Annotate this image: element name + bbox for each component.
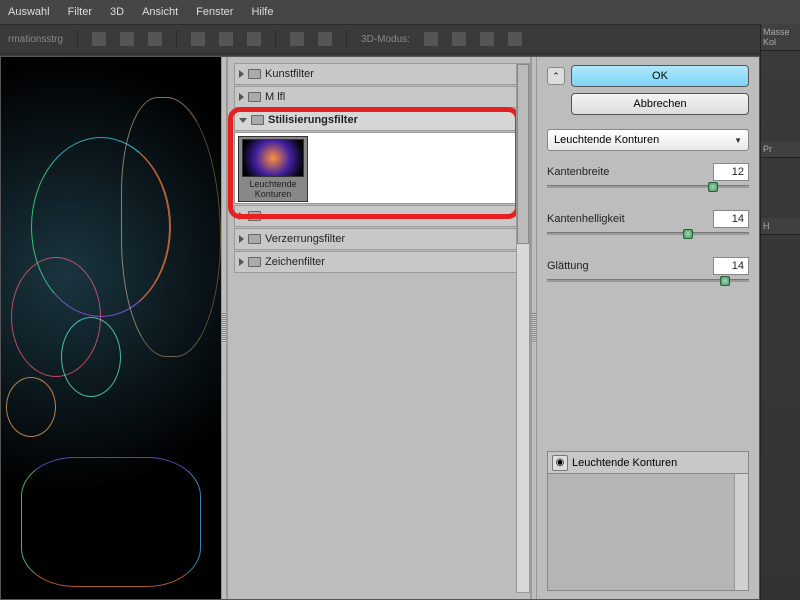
align-icon[interactable] [92,32,106,46]
slider-knob[interactable] [683,229,693,239]
slider-label: Kantenbreite [547,166,609,178]
options-toolbar: rmationsstrg 3D-Modus: [0,24,800,54]
main-menubar: Auswahl Filter 3D Ansicht Fenster Hilfe [0,0,800,24]
chevron-down-icon: ▼ [734,136,742,145]
triangle-down-icon [239,118,247,123]
folder-icon [248,234,261,244]
thumb-preview-icon [242,139,304,177]
menu-filter[interactable]: Filter [68,6,92,18]
slider-knob[interactable] [708,182,718,192]
right-panel-dock: Masse Kol Pr H [760,24,800,600]
effect-layers-body [548,474,734,590]
category-label: Stilisierungsfilter [268,114,358,126]
grip-icon [532,313,536,343]
folder-icon [248,92,261,102]
separator [77,30,78,48]
panel-tab[interactable]: Masse Kol [761,24,800,51]
distribute-icon[interactable] [219,32,233,46]
menu-fenster[interactable]: Fenster [196,6,233,18]
preview-image [1,57,221,599]
slider-label: Glättung [547,260,589,272]
category-zeichenfilter[interactable]: Zeichenfilter [234,251,524,273]
slider-label: Kantenhelligkeit [547,213,625,225]
category-label: Kunstfilter [265,68,314,80]
panel-tab[interactable]: Pr [761,141,800,158]
category-verzerrungsfilter[interactable]: Verzerrungsfilter [234,228,524,250]
effect-layer-label: Leuchtende Konturen [572,457,677,469]
align-icon[interactable] [120,32,134,46]
category-stilisierungsfilter[interactable]: Stilisierungsfilter [234,109,524,131]
slider-kantenbreite: Kantenbreite 12 [547,163,749,198]
slider-track[interactable] [547,232,749,235]
category-strukturfilter[interactable] [234,205,524,227]
filter-select[interactable]: Leuchtende Konturen ▼ [547,129,749,151]
mode-icon[interactable] [424,32,438,46]
scrollbar[interactable] [516,63,530,593]
category-label: Zeichenfilter [265,256,325,268]
ok-button[interactable]: OK [571,65,749,87]
toolbar-3d-label: 3D-Modus: [361,34,410,45]
slider-value-input[interactable]: 12 [713,163,749,181]
filter-thumbnails: Leuchtende Konturen [234,132,524,204]
thumb-label: Leuchtende Konturen [241,179,305,199]
category-malfilter[interactable]: M lfl [234,86,524,108]
separator [275,30,276,48]
folder-icon [248,257,261,267]
filter-gallery-dialog: Kunstfilter M lfl Stilisierungsfilter Le… [0,56,760,600]
scrollbar-thumb[interactable] [517,64,529,244]
toolbar-label: rmationsstrg [8,34,63,45]
chevron-up-icon: ⌃ [552,71,560,82]
filter-select-label: Leuchtende Konturen [554,134,659,146]
triangle-right-icon [239,212,244,220]
collapse-toggle[interactable]: ⌃ [547,67,565,85]
separator [346,30,347,48]
mode-icon[interactable] [452,32,466,46]
folder-icon [251,115,264,125]
mode-icon[interactable] [508,32,522,46]
controls-pane: ⌃ OK Abbrechen Leuchtende Konturen ▼ Kan… [537,57,759,599]
filter-browser: Kunstfilter M lfl Stilisierungsfilter Le… [227,57,531,599]
filter-thumb-leuchtende-konturen[interactable]: Leuchtende Konturen [238,136,308,202]
visibility-eye-icon[interactable]: ◉ [552,455,568,471]
grip-icon [222,313,226,343]
slider-value-input[interactable]: 14 [713,257,749,275]
distribute-icon[interactable] [318,32,332,46]
slider-value-input[interactable]: 14 [713,210,749,228]
align-icon[interactable] [148,32,162,46]
distribute-icon[interactable] [191,32,205,46]
cancel-button[interactable]: Abbrechen [571,93,749,115]
category-label: Verzerrungsfilter [265,233,345,245]
menu-auswahl[interactable]: Auswahl [8,6,50,18]
menu-hilfe[interactable]: Hilfe [251,6,273,18]
scrollbar[interactable] [734,474,748,590]
category-label: M lfl [265,91,285,103]
mode-icon[interactable] [480,32,494,46]
triangle-right-icon [239,93,244,101]
slider-glaettung: Glättung 14 [547,257,749,292]
triangle-right-icon [239,235,244,243]
effect-layers: ◉ Leuchtende Konturen [547,451,749,591]
folder-icon [248,69,261,79]
effect-layer-row[interactable]: ◉ Leuchtende Konturen [548,452,748,474]
distribute-icon[interactable] [247,32,261,46]
triangle-right-icon [239,70,244,78]
slider-track[interactable] [547,279,749,282]
folder-icon [248,211,261,221]
distribute-icon[interactable] [290,32,304,46]
slider-track[interactable] [547,185,749,188]
separator [176,30,177,48]
slider-knob[interactable] [720,276,730,286]
preview-pane[interactable] [1,57,221,599]
menu-ansicht[interactable]: Ansicht [142,6,178,18]
category-kunstfilter[interactable]: Kunstfilter [234,63,524,85]
menu-3d[interactable]: 3D [110,6,124,18]
triangle-right-icon [239,258,244,266]
slider-kantenhelligkeit: Kantenhelligkeit 14 [547,210,749,245]
panel-tab[interactable]: H [761,218,800,235]
